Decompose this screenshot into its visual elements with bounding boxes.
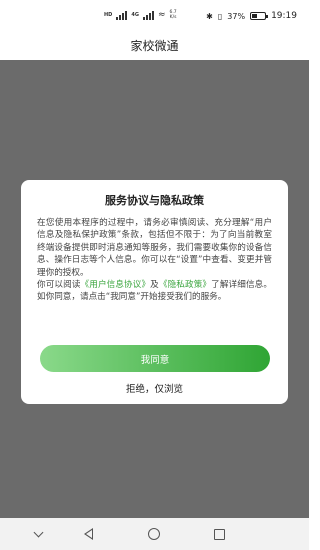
dialog-paragraph-2: 你可以阅读《用户信息协议》及《隐私政策》了解详细信息。如你同意，请点击“我同意”… [37, 279, 272, 304]
clock: 19:19 [271, 11, 297, 21]
signal-icon [116, 10, 128, 20]
home-icon[interactable] [146, 526, 162, 542]
wifi-icon: ≈ [157, 9, 166, 20]
status-bar-right: ✱ ▯ 37% 19:19 [206, 11, 297, 21]
privacy-dialog: 服务协议与隐私政策 在您使用本程序的过程中，请务必审慎阅读、充分理解“用户信息及… [21, 180, 288, 404]
app-header: 家校微通 [0, 34, 309, 60]
agree-button[interactable]: 我同意 [40, 345, 270, 372]
dialog-title: 服务协议与隐私政策 [105, 194, 204, 207]
carrier-hd-label: HD [104, 11, 113, 18]
app-title: 家校微通 [130, 39, 179, 53]
bluetooth-icon: ✱ [206, 11, 213, 21]
battery-fill [252, 14, 257, 18]
dialog-paragraph-1: 在您使用本程序的过程中，请务必审慎阅读、充分理解“用户信息及隐私保护政策”条款，… [37, 218, 272, 278]
status-bar-left: HD 4G ≈ 6.7 K/s [104, 10, 177, 20]
para2-prefix: 你可以阅读 [37, 280, 81, 291]
privacy-policy-link[interactable]: 《隐私政策》 [159, 280, 211, 290]
status-bar: HD 4G ≈ 6.7 K/s ✱ ▯ 37% 19:19 [0, 0, 309, 34]
battery-icon [250, 12, 269, 20]
system-nav-bar [0, 518, 309, 550]
user-agreement-link[interactable]: 《用户信息协议》 [81, 280, 151, 290]
vibrate-icon: ▯ [217, 11, 223, 21]
dialog-body: 在您使用本程序的过程中，请务必审慎阅读、充分理解“用户信息及隐私保护政策”条款，… [37, 217, 272, 304]
back-icon[interactable] [80, 526, 96, 542]
network-speed: 6.7 K/s [169, 10, 176, 20]
decline-browse-button[interactable]: 拒绝，仅浏览 [21, 381, 288, 395]
carrier-4g-label: 4G [131, 11, 139, 18]
signal-icon-2 [142, 10, 154, 20]
recent-apps-icon[interactable] [211, 526, 227, 542]
para2-and: 及 [150, 280, 159, 291]
chevron-down-icon[interactable] [30, 526, 46, 542]
battery-percent: 37% [227, 11, 246, 21]
network-speed-unit: K/s [169, 15, 177, 20]
